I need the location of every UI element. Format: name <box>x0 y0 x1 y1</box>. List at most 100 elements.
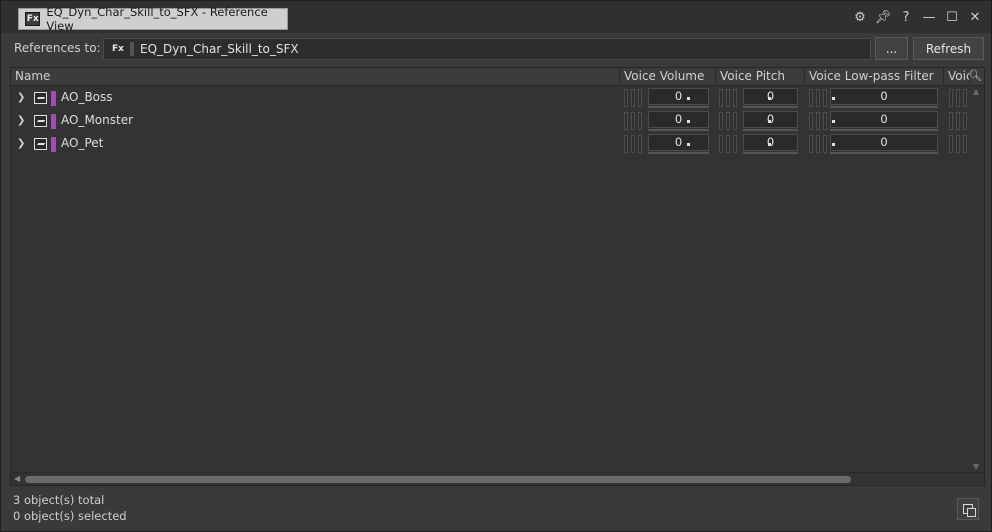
value-underline <box>830 106 938 108</box>
slider-handle <box>624 112 646 130</box>
table-row[interactable]: ❯ AO_Pet 0 0 0 <box>11 133 971 156</box>
slider-marker <box>768 97 771 100</box>
voice-pitch-cell[interactable]: 0 <box>719 133 799 156</box>
slider-marker <box>768 143 771 146</box>
color-bar <box>51 137 56 152</box>
voice-pitch-cell[interactable]: 0 <box>719 87 799 110</box>
voice-more-cell[interactable] <box>949 110 971 133</box>
slider-marker <box>687 120 690 123</box>
column-header-voice-more[interactable]: Voic <box>944 68 970 86</box>
color-bar <box>51 91 56 106</box>
slider-handle <box>624 89 646 107</box>
references-label: References to: <box>14 41 101 55</box>
slider-handle <box>809 89 831 107</box>
row-name: AO_Pet <box>61 136 104 150</box>
voice-lpf-value[interactable]: 0 <box>830 111 938 128</box>
close-icon[interactable]: ✕ <box>967 9 983 25</box>
pin-icon[interactable]: 📌︎ <box>875 9 892 25</box>
column-header-name[interactable]: Name <box>11 68 620 86</box>
row-name: AO_Monster <box>61 113 134 127</box>
voice-volume-cell[interactable]: 0 <box>624 87 709 110</box>
voice-pitch-cell[interactable]: 0 <box>719 110 799 133</box>
slider-handle <box>809 135 831 153</box>
voice-volume-value[interactable]: 0 <box>648 88 709 105</box>
audio-object-icon <box>34 92 47 104</box>
slider-marker <box>832 143 835 146</box>
chevron-right-icon[interactable]: ❯ <box>17 115 27 127</box>
row-name: AO_Boss <box>61 90 113 104</box>
minimize-icon[interactable]: — <box>921 9 937 25</box>
value-underline <box>830 129 938 131</box>
column-header-voice-pitch[interactable]: Voice Pitch <box>716 68 805 86</box>
voice-lpf-cell[interactable]: 0 <box>809 133 939 156</box>
references-grid: Name Voice Volume Voice Pitch Voice Low-… <box>10 67 985 486</box>
slider-handle <box>719 112 741 130</box>
status-text: 3 object(s) total 0 object(s) selected <box>13 492 127 524</box>
voice-more-cell[interactable] <box>949 133 971 156</box>
voice-lpf-cell[interactable]: 0 <box>809 87 939 110</box>
slider-handle <box>719 135 741 153</box>
reference-view-window: Fx EQ_Dyn_Char_Skill_to_SFX - Reference … <box>0 0 992 532</box>
slider-handle <box>809 112 831 130</box>
slider-handle <box>719 89 741 107</box>
maximize-icon[interactable]: ☐ <box>944 9 960 25</box>
color-bar <box>51 114 56 129</box>
voice-volume-cell[interactable]: 0 <box>624 110 709 133</box>
slider-marker <box>832 120 835 123</box>
column-header-voice-lpf[interactable]: Voice Low-pass Filter <box>805 68 944 86</box>
voice-volume-value[interactable]: 0 <box>648 111 709 128</box>
object-selected: 0 object(s) selected <box>13 509 127 523</box>
effect-icon: Fx <box>25 12 41 26</box>
copy-icon[interactable] <box>957 498 979 520</box>
tab-title: EQ_Dyn_Char_Skill_to_SFX - Reference Vie… <box>46 5 268 33</box>
slider-marker <box>687 97 690 100</box>
scroll-left-icon[interactable]: ◀ <box>14 474 20 483</box>
window-controls: ⚙ 📌︎ ? — ☐ ✕ <box>852 9 983 25</box>
slider-marker <box>832 97 835 100</box>
slider-handle <box>949 89 971 107</box>
voice-more-cell[interactable] <box>949 87 971 110</box>
scroll-down-icon[interactable]: ▼ <box>973 462 979 471</box>
slider-handle <box>624 135 646 153</box>
voice-volume-value[interactable]: 0 <box>648 134 709 151</box>
voice-lpf-value[interactable]: 0 <box>830 134 938 151</box>
column-header-voice-volume[interactable]: Voice Volume <box>620 68 716 86</box>
audio-object-icon <box>34 138 47 150</box>
scrollbar-thumb[interactable] <box>25 476 851 483</box>
value-underline <box>743 106 798 108</box>
browse-button[interactable]: ... <box>875 37 908 60</box>
voice-volume-cell[interactable]: 0 <box>624 133 709 156</box>
voice-lpf-value[interactable]: 0 <box>830 88 938 105</box>
table-row[interactable]: ❯ AO_Boss 0 0 0 <box>11 87 971 110</box>
slider-handle <box>949 112 971 130</box>
horizontal-scrollbar[interactable]: ◀ <box>11 472 984 485</box>
slider-marker <box>687 143 690 146</box>
refresh-button[interactable]: Refresh <box>913 37 984 60</box>
slider-handle <box>949 135 971 153</box>
value-underline <box>830 152 938 154</box>
search-icon[interactable]: 🔍︎ <box>968 69 982 83</box>
slider-marker <box>768 120 771 123</box>
references-field[interactable]: Fx EQ_Dyn_Char_Skill_to_SFX <box>103 38 871 60</box>
references-value: EQ_Dyn_Char_Skill_to_SFX <box>140 42 299 56</box>
value-underline <box>648 106 709 108</box>
view-tab[interactable]: Fx EQ_Dyn_Char_Skill_to_SFX - Reference … <box>18 5 288 33</box>
chevron-right-icon[interactable]: ❯ <box>17 138 27 150</box>
vertical-scrollbar[interactable]: ▲ ▼ <box>970 87 983 471</box>
audio-object-icon <box>34 115 47 127</box>
table-row[interactable]: ❯ AO_Monster 0 0 0 <box>11 110 971 133</box>
grid-header: Name Voice Volume Voice Pitch Voice Low-… <box>11 68 984 86</box>
gear-icon[interactable]: ⚙ <box>852 9 868 25</box>
value-underline <box>743 129 798 131</box>
value-underline <box>743 152 798 154</box>
help-icon[interactable]: ? <box>898 9 914 25</box>
chevron-right-icon[interactable]: ❯ <box>17 92 27 104</box>
voice-lpf-cell[interactable]: 0 <box>809 110 939 133</box>
value-underline <box>648 152 709 154</box>
scroll-up-icon[interactable]: ▲ <box>973 87 979 96</box>
title-bar: Fx EQ_Dyn_Char_Skill_to_SFX - Reference … <box>1 1 991 33</box>
object-total: 3 object(s) total <box>13 493 105 507</box>
effect-icon: Fx <box>112 44 124 54</box>
value-underline <box>648 129 709 131</box>
separator <box>130 42 134 56</box>
